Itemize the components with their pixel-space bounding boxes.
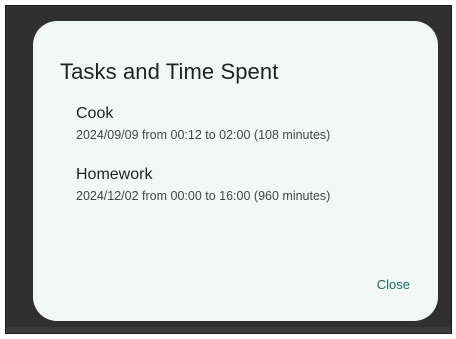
tasks-dialog: Tasks and Time Spent Cook 2024/09/09 fro…	[33, 21, 438, 321]
dialog-actions: Close	[373, 273, 414, 297]
task-list: Cook 2024/09/09 from 00:12 to 02:00 (108…	[60, 105, 412, 204]
list-item: Homework 2024/12/02 from 00:00 to 16:00 …	[76, 166, 412, 204]
dialog-title: Tasks and Time Spent	[60, 59, 279, 84]
window-bottom-strip	[6, 327, 451, 333]
task-detail: 2024/12/02 from 00:00 to 16:00 (960 minu…	[76, 189, 331, 203]
list-item: Cook 2024/09/09 from 00:12 to 02:00 (108…	[76, 105, 412, 143]
task-name: Homework	[76, 166, 153, 183]
task-detail: 2024/09/09 from 00:12 to 02:00 (108 minu…	[76, 128, 331, 142]
close-button[interactable]: Close	[373, 273, 414, 297]
app-window: Tasks and Time Spent Cook 2024/09/09 fro…	[5, 5, 452, 334]
task-name: Cook	[76, 105, 114, 122]
